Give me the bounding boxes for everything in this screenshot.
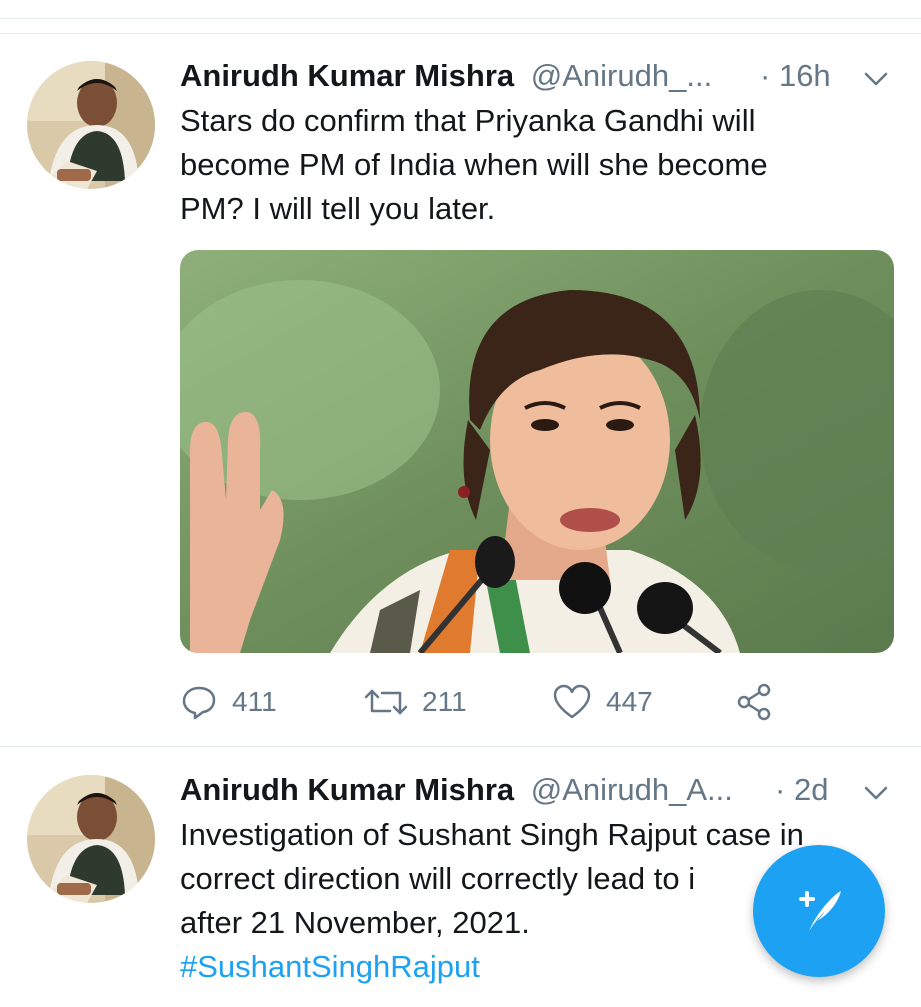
share-button[interactable]: [734, 680, 774, 724]
reply-count: 411: [232, 686, 277, 717]
like-count: 447: [606, 686, 653, 717]
separator: ·: [760, 58, 771, 93]
author-handle[interactable]: @Anirudh_...: [531, 58, 712, 93]
author-name[interactable]: Anirudh Kumar Mishra: [180, 772, 514, 807]
tweet-text-line: become PM of India when will she become: [180, 147, 768, 182]
retweet-icon: [364, 683, 408, 721]
avatar[interactable]: [27, 61, 155, 189]
retweet-count: 211: [422, 686, 467, 717]
tweet-meta: · 2d: [775, 770, 828, 810]
compose-tweet-button[interactable]: [753, 845, 885, 977]
retweet-button[interactable]: 211: [364, 680, 467, 724]
timestamp[interactable]: 2d: [794, 772, 828, 807]
author-handle[interactable]: @Anirudh_A...: [531, 772, 733, 807]
like-button[interactable]: 447: [552, 680, 653, 724]
like-icon: [552, 683, 592, 721]
share-icon: [734, 682, 774, 722]
tweet-text-line: Investigation of Sushant Singh Rajput ca…: [180, 817, 804, 852]
timestamp[interactable]: 16h: [779, 58, 831, 93]
tweet-actions: 411 211 447: [180, 680, 800, 724]
author-name[interactable]: Anirudh Kumar Mishra: [180, 58, 514, 93]
reply-button[interactable]: 411: [180, 680, 277, 724]
chevron-down-icon[interactable]: [861, 64, 891, 94]
tweet[interactable]: Anirudh Kumar Mishra @Anirudh_... · 16h …: [0, 34, 921, 747]
tweet-text-line: PM? I will tell you later.: [180, 191, 496, 226]
tweet-media-image[interactable]: [180, 250, 894, 653]
reply-icon: [180, 683, 218, 721]
avatar[interactable]: [27, 775, 155, 903]
separator: ·: [775, 772, 786, 807]
top-bar: [0, 0, 921, 19]
tweet-text-line: Stars do confirm that Priyanka Gandhi wi…: [180, 103, 756, 138]
chevron-down-icon[interactable]: [861, 778, 891, 808]
tweet-meta: · 16h: [760, 56, 831, 96]
tweet-text: Stars do confirm that Priyanka Gandhi wi…: [180, 99, 880, 231]
compose-tweet-icon: [787, 877, 851, 946]
